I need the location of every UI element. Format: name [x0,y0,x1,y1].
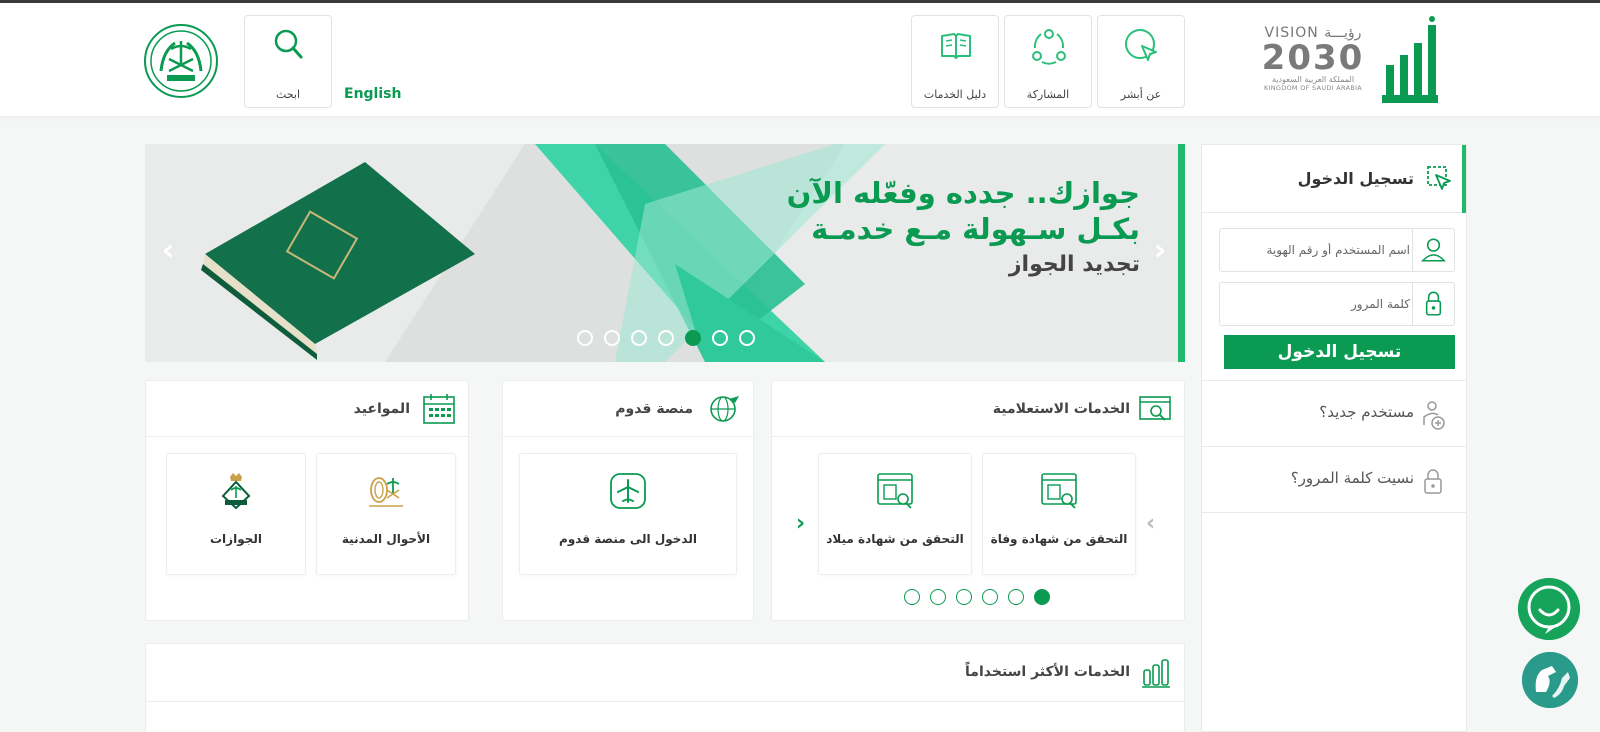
nav-participation-label: المشاركة [1026,88,1070,101]
login-title: تسجيل الدخول [1297,169,1414,188]
appointments-title: المواعيد [353,401,410,417]
bar-chart-icon [1142,659,1170,688]
appointments-card: المواعيد الأحوال المدنية الجوازات [145,380,469,621]
forgot-password-link[interactable]: نسيت كلمة المرور؟ [1202,446,1466,512]
airplane-icon [610,473,646,509]
support-chat-button[interactable] [1518,578,1580,640]
vision-number: 2030 [1261,38,1365,78]
most-used-services-card: الخدمات الأكثر استخداماً [145,643,1185,732]
appointments-header: المواعيد [146,381,468,437]
inquiry-dot[interactable] [1034,589,1050,605]
nav-guide-label: دليل الخدمات [923,88,987,101]
banner-accent-strip [1178,144,1185,362]
qudoom-login-tile[interactable]: الدخول الى منصة قدوم [519,453,737,575]
qudoom-platform-card: منصة قدوم الدخول الى منصة قدوم [502,380,754,621]
inquiry-dot[interactable] [956,589,972,605]
certificate-search-icon [877,473,913,509]
nav-about-absher-button[interactable]: عن أبشر [1097,15,1185,108]
lock-question-icon [1424,469,1442,494]
login-submit-button[interactable]: تسجيل الدخول [1224,335,1455,369]
chat-bot-icon [1518,578,1580,640]
inquiry-services-card: الخدمات الاستعلامية التحقق من شهادة وفاة… [771,380,1185,621]
banner-subheadline: بكـل سـهولة مـع خدمـة [811,212,1140,246]
lock-icon [1412,283,1442,325]
qudoom-login-label: الدخول الى منصة قدوم [559,532,697,546]
banner-dot[interactable] [712,330,728,346]
sign-language-button[interactable] [1522,652,1578,708]
nav-participation-button[interactable]: المشاركة [1004,15,1092,108]
vision-2030-logo: VISION رؤيـــة 2030 المملكة العربية السع… [1255,25,1371,105]
password-field [1219,282,1455,326]
sign-language-icon [1522,652,1578,708]
banner-service-name: تجديد الجواز [1008,252,1140,277]
globe-plane-icon [710,396,739,422]
login-cursor-icon [1427,166,1451,190]
banner-dot[interactable] [577,330,593,346]
site-header: VISION رؤيـــة 2030 المملكة العربية السع… [0,3,1600,116]
passports-emblem-icon [221,473,251,510]
forgot-password-label: نسيت كلمة المرور؟ [1290,469,1414,487]
banner-dot[interactable] [658,330,674,346]
password-input[interactable] [1224,283,1410,325]
search-icon [274,29,303,59]
new-user-link[interactable]: مستخدم جديد؟ [1202,380,1466,446]
ministry-emblem-icon [144,24,218,98]
username-field [1219,228,1455,272]
inquiry-title: الخدمات الاستعلامية [992,401,1130,417]
banner-pagination [577,330,755,346]
qudoom-title: منصة قدوم [615,401,693,417]
banner-dot[interactable] [604,330,620,346]
birth-certificate-label: التحقق من شهادة ميلاد [826,532,964,546]
login-accent-bar [1462,145,1466,213]
vision-arabic-text: المملكة العربية السعودية [1271,75,1355,84]
nav-about-label: عن أبشر [1120,88,1162,101]
login-header: تسجيل الدخول [1202,145,1466,213]
calendar-icon [423,394,455,424]
nav-services-guide-button[interactable]: دليل الخدمات [911,15,999,108]
passports-tile[interactable]: الجوازات [166,453,306,575]
hero-banner-slider[interactable]: جوازك.. جدده وفعّله الآن بكـل سـهولة مـع… [145,144,1185,362]
banner-headline: جوازك.. جدده وفعّله الآن [786,176,1140,210]
death-certificate-tile[interactable]: التحقق من شهادة وفاة [982,453,1136,575]
vision-english-text: KINGDOM OF SAUDI ARABIA [1263,84,1363,92]
banner-dot[interactable] [631,330,647,346]
birth-certificate-tile[interactable]: التحقق من شهادة ميلاد [818,453,972,575]
inquiry-dot[interactable] [982,589,998,605]
inquiry-header: الخدمات الاستعلامية [772,381,1184,437]
inquiry-dot[interactable] [930,589,946,605]
banner-next-arrow[interactable]: › [1145,236,1175,266]
user-icon [1412,229,1447,271]
banner-prev-arrow[interactable]: ‹ [153,236,183,266]
search-button[interactable]: ابحث [244,15,332,108]
login-panel: تسجيل الدخول تسجيل الدخول مستخدم جديد؟ ن… [1201,144,1467,732]
death-certificate-label: التحقق من شهادة وفاة [990,532,1128,546]
inquiry-next-arrow[interactable]: › [796,511,805,536]
absher-logo[interactable] [1380,15,1442,107]
inquiry-dot[interactable] [1008,589,1024,605]
certificate-search-icon [1041,473,1077,509]
new-user-label: مستخدم جديد؟ [1319,403,1414,421]
civil-affairs-logo-icon [369,477,403,507]
most-used-title: الخدمات الأكثر استخداماً [965,664,1130,680]
login-divider [1202,512,1466,513]
banner-dot[interactable] [739,330,755,346]
civil-affairs-label: الأحوال المدنية [341,532,431,546]
browser-search-icon [1139,396,1171,421]
english-language-link[interactable]: English [344,86,401,102]
inquiry-prev-arrow[interactable]: ‹ [1146,511,1155,536]
add-user-icon [1423,401,1445,430]
inquiry-dot[interactable] [904,589,920,605]
search-label: ابحث [275,88,301,101]
banner-dot[interactable] [685,330,701,346]
username-input[interactable] [1224,229,1410,271]
most-used-header: الخدمات الأكثر استخداماً [146,644,1184,702]
share-nodes-icon [1032,29,1066,65]
qudoom-header: منصة قدوم [503,381,753,437]
cursor-circle-icon [1125,29,1157,61]
book-icon [941,33,971,59]
inquiry-pagination [904,589,1050,605]
passports-label: الجوازات [210,532,262,546]
civil-affairs-tile[interactable]: الأحوال المدنية [316,453,456,575]
